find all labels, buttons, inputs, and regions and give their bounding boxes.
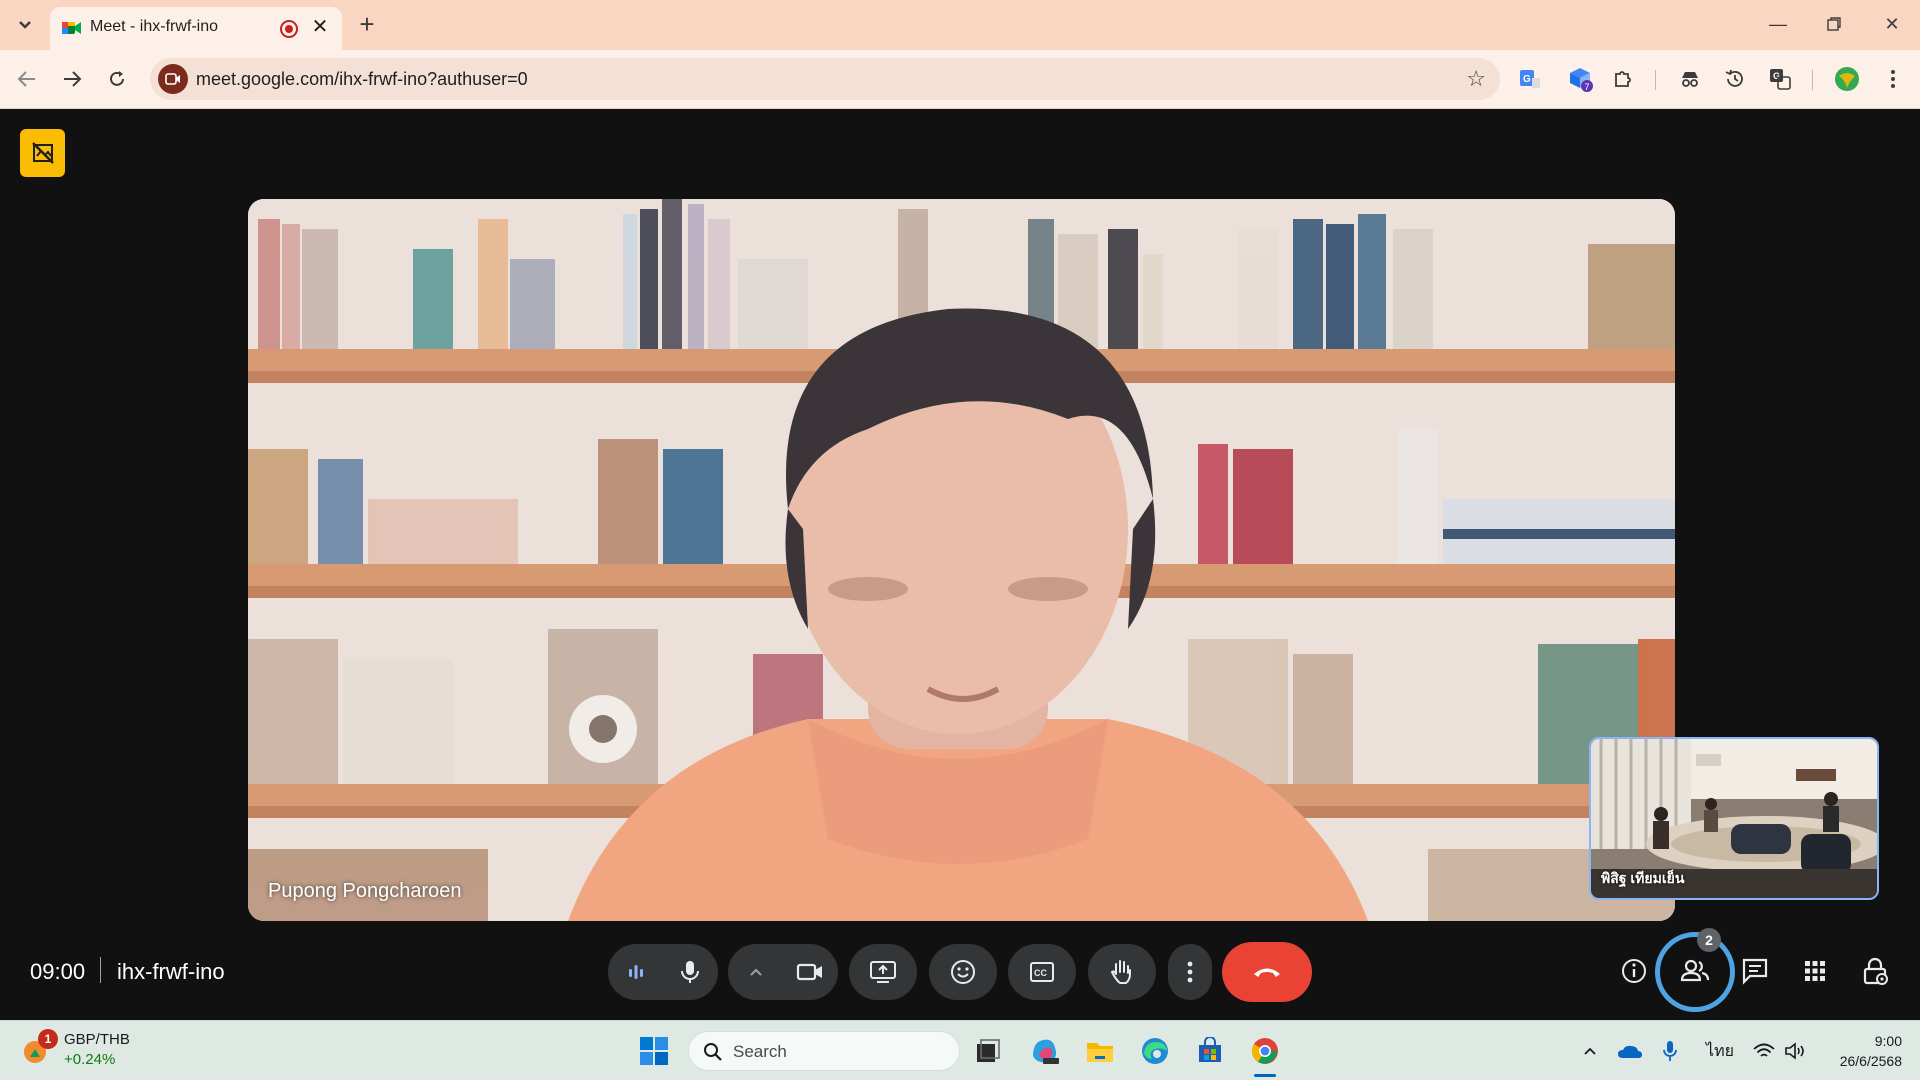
reload-icon[interactable] <box>102 64 132 94</box>
new-tab-plus-icon[interactable]: + <box>352 10 382 40</box>
speaker-name-label: Pupong Pongcharoen <box>268 880 462 902</box>
input-language-indicator[interactable]: ไทย <box>1702 1037 1738 1065</box>
closed-captions-icon: CC <box>1030 962 1054 982</box>
windows-start-icon[interactable] <box>634 1031 674 1071</box>
task-view-icon[interactable] <box>968 1031 1008 1071</box>
system-clock-time: 9:00 <box>1874 1033 1902 1049</box>
widget-change: +0.24% <box>64 1051 116 1068</box>
host-controls-button[interactable] <box>1848 943 1904 999</box>
history-icon[interactable] <box>1720 64 1750 94</box>
tab-close-icon[interactable]: ✕ <box>308 15 332 39</box>
search-placeholder: Search <box>733 1042 787 1061</box>
more-options-kebab-icon <box>1187 961 1193 983</box>
extensions-puzzle-icon[interactable] <box>1608 64 1638 94</box>
active-app-indicator <box>1254 1074 1276 1077</box>
audio-level-icon[interactable] <box>608 944 664 1000</box>
emoji-smile-icon <box>951 960 975 984</box>
svg-text:G: G <box>1773 71 1780 81</box>
profile-avatar-icon[interactable] <box>1832 64 1862 94</box>
volume-speaker-icon[interactable] <box>1784 1037 1808 1065</box>
participant-tile[interactable]: พิสิฐ เทียมเย็น <box>1589 737 1879 900</box>
extension-badge: 7 <box>1585 82 1590 92</box>
leave-call-button[interactable] <box>1222 942 1312 1002</box>
apps-grid-icon <box>1805 961 1825 981</box>
microsoft-edge-icon[interactable] <box>1135 1031 1175 1071</box>
system-clock-date: 26/6/2568 <box>1839 1053 1902 1069</box>
window-restore-icon[interactable] <box>1814 8 1854 40</box>
raise-hand-icon <box>1110 960 1131 984</box>
microphone-button[interactable] <box>662 944 718 1000</box>
window-minimize-icon[interactable]: — <box>1758 8 1798 40</box>
browser-menu-kebab-icon[interactable] <box>1878 64 1908 94</box>
present-screen-icon <box>870 961 896 983</box>
taskbar-search-box[interactable]: Search <box>688 1031 960 1071</box>
bottom-bar-separator <box>100 957 101 983</box>
incognito-spy-icon[interactable] <box>1675 64 1705 94</box>
bookmark-star-icon[interactable]: ☆ <box>1466 66 1486 92</box>
translate-extension-icon[interactable]: G <box>1515 64 1545 94</box>
microsoft-365-copilot-icon[interactable] <box>1025 1031 1065 1071</box>
reactions-button[interactable] <box>929 944 997 1000</box>
hang-up-phone-icon <box>1254 968 1280 977</box>
meeting-code: ihx-frwf-ino <box>117 959 225 984</box>
background-blur-off-icon[interactable] <box>20 129 65 177</box>
wifi-icon[interactable] <box>1752 1037 1776 1065</box>
bookshelf-video-frame <box>248 199 1675 921</box>
meet-call-area: Pupong Pongcharoen พิสิฐ เทียมเย็น 09:00… <box>0 109 1920 1020</box>
search-icon <box>704 1043 722 1061</box>
site-camera-icon[interactable] <box>158 64 188 94</box>
system-clock[interactable]: 9:00 26/6/2568 <box>1840 1031 1902 1071</box>
widget-title[interactable]: GBP/THB <box>64 1031 130 1048</box>
toolbar-separator <box>1655 70 1656 90</box>
recording-indicator-icon <box>280 20 298 38</box>
microphone-icon <box>681 961 699 983</box>
file-explorer-folder-icon[interactable] <box>1080 1031 1120 1071</box>
main-speaker-video[interactable]: Pupong Pongcharoen <box>248 199 1675 921</box>
camera-control-group <box>728 944 838 1000</box>
present-screen-button[interactable] <box>849 944 917 1000</box>
participant-count-badge: 2 <box>1697 928 1721 952</box>
tab-title: Meet - ihx-frwf-ino <box>90 18 219 35</box>
show-hidden-icons-chevron-icon[interactable] <box>1580 1037 1600 1065</box>
colorful-extension-icon[interactable]: 7 <box>1565 64 1595 94</box>
google-meet-icon <box>62 22 81 34</box>
more-options-button[interactable] <box>1168 944 1212 1000</box>
meeting-clock: 09:00 <box>30 959 86 984</box>
toolbar-separator <box>1812 70 1813 90</box>
widget-notification-badge: 1 <box>38 1029 58 1049</box>
host-controls-lock-icon <box>1863 957 1888 985</box>
chat-bubble-icon <box>1742 958 1768 985</box>
google-translate-icon[interactable]: G <box>1765 64 1795 94</box>
svg-text:CC: CC <box>1034 968 1047 978</box>
captions-button[interactable]: CC <box>1008 944 1076 1000</box>
raise-hand-button[interactable] <box>1088 944 1156 1000</box>
windows-taskbar: 1 GBP/THB +0.24% Search ไทย 9:00 26/6/25… <box>0 1020 1920 1080</box>
chat-button[interactable] <box>1727 943 1783 999</box>
tab-search-chevron-icon[interactable] <box>10 10 40 40</box>
onedrive-cloud-icon[interactable] <box>1616 1037 1644 1065</box>
window-close-icon[interactable]: ✕ <box>1872 8 1912 40</box>
people-button[interactable] <box>1667 943 1723 999</box>
microphone-tray-icon[interactable] <box>1658 1037 1682 1065</box>
microsoft-store-icon[interactable] <box>1190 1031 1230 1071</box>
participant-name-label: พิสิฐ เทียมเย็น <box>1601 870 1685 886</box>
url-text: meet.google.com/ihx-frwf-ino?authuser=0 <box>196 69 528 89</box>
google-chrome-icon[interactable] <box>1245 1031 1285 1071</box>
browser-toolbar: meet.google.com/ihx-frwf-ino?authuser=0 … <box>0 50 1920 109</box>
address-bar[interactable]: meet.google.com/ihx-frwf-ino?authuser=0 … <box>150 58 1500 100</box>
meeting-details-info-icon[interactable] <box>1606 943 1662 999</box>
video-camera-icon <box>796 963 822 981</box>
camera-button[interactable] <box>782 944 838 1000</box>
camera-options-chevron-icon[interactable] <box>728 944 784 1000</box>
svg-text:G: G <box>1523 74 1531 85</box>
activities-button[interactable] <box>1787 943 1843 999</box>
microphone-control-group <box>608 944 718 1000</box>
people-icon <box>1680 959 1710 982</box>
back-arrow-icon[interactable] <box>12 64 42 94</box>
browser-tab-bar: Meet - ihx-frwf-ino ✕ + — ✕ <box>0 0 1920 50</box>
forward-arrow-icon[interactable] <box>57 64 87 94</box>
browser-tab-meet[interactable]: Meet - ihx-frwf-ino ✕ <box>50 7 342 50</box>
